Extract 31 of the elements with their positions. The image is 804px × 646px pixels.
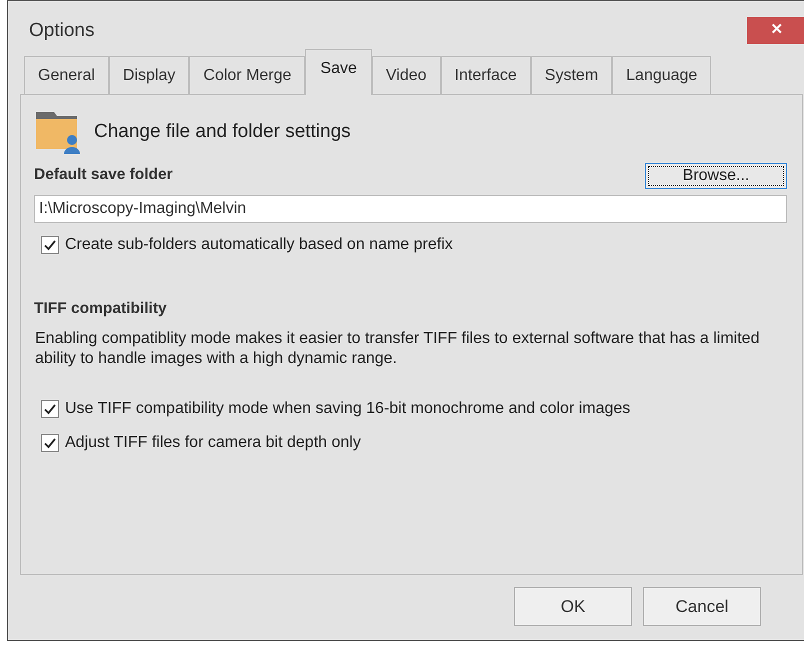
checkbox-row[interactable]: Use TIFF compatibility mode when saving 16-bit monochrome and color images [41,396,789,420]
section-label: TIFF compatibility [34,299,168,320]
dialog-button[interactable]: OK [514,587,632,626]
tab[interactable]: Display [108,56,190,94]
checkbox[interactable] [41,434,59,452]
checkmark-icon [43,238,57,252]
checkbox-row[interactable]: Adjust TIFF files for camera bit depth only [41,430,789,454]
description-text: Enabling compatiblity mode makes it easier to transfer TIFF files to external software that has a limited ability to handle images with a high dynamic range. [35,328,760,368]
tab[interactable]: System [530,56,612,94]
tab[interactable]: Interface [440,56,531,94]
field-label: Default save folder [34,165,173,185]
window-title: Options [29,19,94,43]
tab[interactable]: Color Merge [189,56,306,94]
folder-path-field[interactable]: I:\Microscopy-Imaging\Melvin [34,195,787,224]
section-header: Change file and folder settings [94,120,351,144]
checkmark-icon [43,436,57,450]
checkbox-row[interactable]: Create sub-folders automatically based on name prefix [41,233,789,258]
tab[interactable]: General [24,56,109,94]
checkbox-label: Adjust TIFF files for camera bit depth only [65,432,361,452]
checkbox-label: Create sub-folders automatically based on name prefix [65,235,453,256]
close-button[interactable]: ✕ [747,17,804,44]
checkmark-icon [43,402,57,416]
tab[interactable]: Language [612,56,712,94]
browse-button[interactable]: Browse... [645,163,787,190]
checkbox[interactable] [41,400,59,418]
tab[interactable]: Save [305,49,372,95]
dialog-button[interactable]: Cancel [643,587,761,626]
checkbox[interactable] [41,236,59,254]
checkbox-label: Use TIFF compatibility mode when saving 16-bit monochrome and color images [65,398,630,418]
tab[interactable]: Video [372,56,441,94]
folder-user-icon [34,109,80,155]
